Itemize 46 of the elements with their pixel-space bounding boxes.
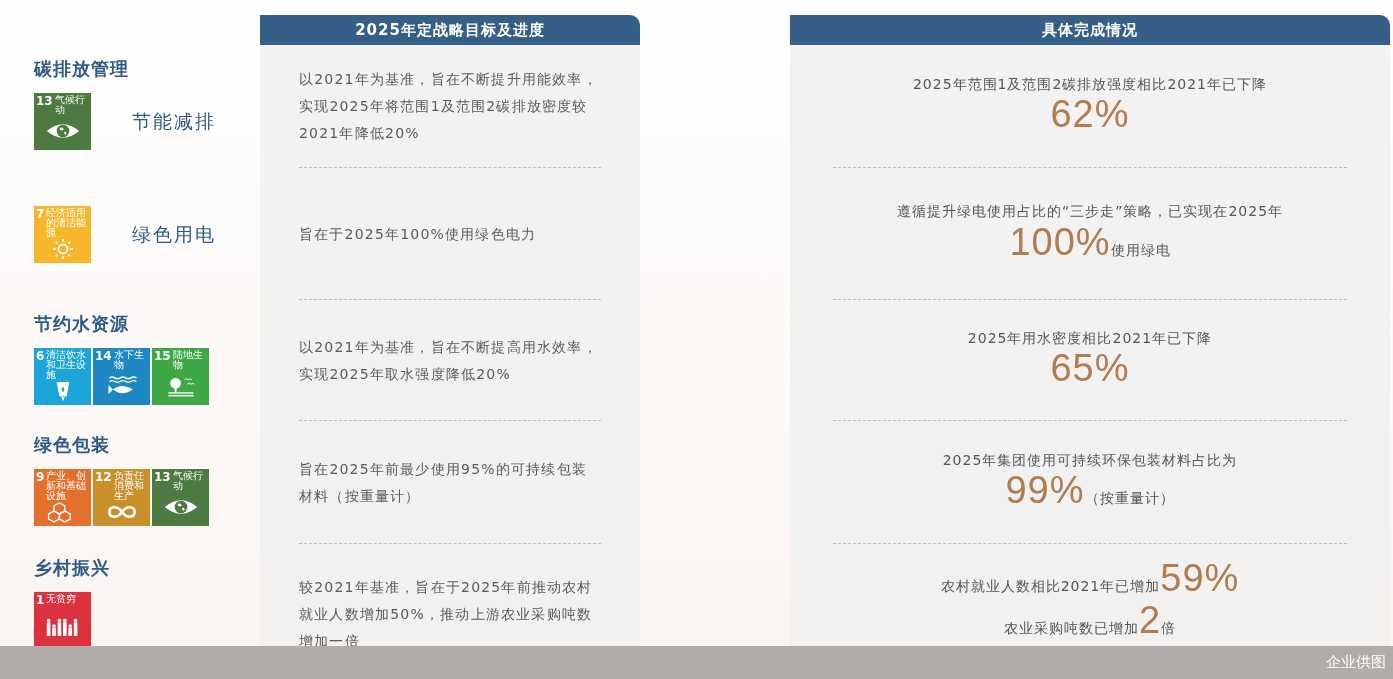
sdg-name: 清洁饮水和卫生设施 (46, 350, 88, 380)
category-heading: 节约水资源 (34, 312, 130, 336)
sdg-number: 12 (95, 471, 112, 483)
sdg-name: 气候行动 (172, 471, 204, 491)
result-text: 2025年用水密度相比2021年已下降 (967, 330, 1213, 347)
column-header: 2025年定战略目标及进度 (260, 15, 640, 45)
sdg-name: 经济适用的清洁能源 (46, 208, 88, 238)
result-figure: 100% (1009, 221, 1111, 264)
result-text: 倍 (1161, 620, 1177, 637)
result-figure: 2 (1138, 599, 1162, 642)
result-text: 遵循提升绿电使用占比的“三步走”策略，已实现在2025年 (896, 204, 1284, 220)
result-figure: 62% (1050, 94, 1130, 137)
result-text: 使用绿电 (1110, 242, 1171, 259)
topic-label: 节能减排 (132, 108, 216, 134)
result-figure: 59% (1160, 558, 1240, 600)
result-figure: 99% (1005, 470, 1085, 513)
sdg-number: 7 (36, 208, 45, 220)
sdg-number: 13 (154, 471, 171, 483)
sdg-number: 1 (36, 594, 45, 606)
sdg-name: 无贫穷 (46, 594, 77, 604)
target-text: 旨在于2025年100%使用绿色电力 (299, 224, 538, 244)
result-figure: 65% (1050, 348, 1130, 391)
category-heading: 绿色包装 (34, 433, 111, 457)
result-text: 2025年集团使用可持续环保包装材料占比为 (942, 452, 1238, 469)
category-heading: 乡村振兴 (34, 556, 111, 580)
sdg-number: 14 (95, 350, 112, 362)
result-text: 2025年范围1及范围2碳排放强度相比2021年已下降 (912, 76, 1268, 93)
result-text: （按重量计） (1084, 491, 1175, 507)
topic-label: 绿色用电 (132, 221, 216, 247)
sdg-number: 9 (36, 471, 45, 483)
sdg-name: 负责任消费和生产 (113, 471, 145, 501)
sdg-number: 6 (36, 350, 45, 362)
target-text: 以2021年为基准，旨在不断提高用水效率，实现2025年取水强度降低20% (299, 337, 599, 384)
sdg-number: 13 (36, 95, 53, 107)
target-text: 以2021年为基准，旨在不断提升用能效率，实现2025年将范围1及范围2碳排放密度较2021年降低20% (299, 70, 599, 143)
target-text: 旨在2025年前最少使用95%的可持续包装材料（按重量计） (299, 459, 588, 506)
caption-text: 企业供图 (1326, 653, 1386, 672)
column-header: 具体完成情况 (790, 15, 1390, 45)
sdg-name: 水下生物 (113, 350, 145, 370)
result-text: 农村就业人数相比2021年已增加 (940, 579, 1161, 595)
sdg-name: 产业、创新和基础设施 (46, 471, 88, 501)
sdg-name: 气候行动 (54, 95, 86, 115)
sdg-name: 陆地生物 (172, 350, 204, 370)
category-heading: 碳排放管理 (34, 57, 130, 81)
result-text: 农业采购吨数已增加 (1003, 620, 1139, 637)
sdg-number: 15 (154, 350, 171, 362)
